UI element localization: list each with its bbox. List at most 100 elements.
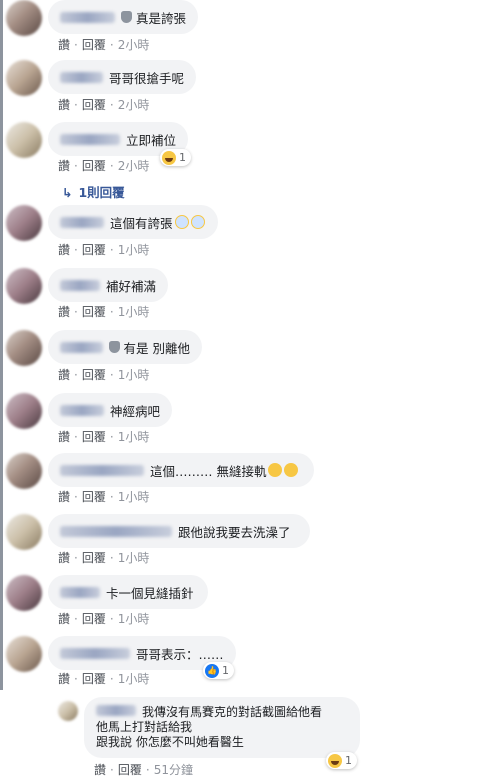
screaming-face-icon (190, 215, 205, 229)
comment-actions: 讚 · 回覆 · 2小時 (58, 38, 150, 52)
comment-bubble: 卡一個見縫插針 (48, 575, 208, 609)
haha-icon (328, 753, 342, 768)
comment-text: 有是 別離他 (123, 340, 190, 356)
timestamp[interactable]: 1小時 (118, 243, 150, 257)
like-button[interactable]: 讚 (58, 243, 70, 257)
reply-button[interactable]: 回覆 (82, 551, 106, 565)
comment-bubble: 這個……… 無縫接軌 (48, 453, 314, 487)
author-name[interactable] (60, 404, 104, 416)
avatar[interactable] (6, 514, 42, 550)
author-name[interactable] (60, 133, 120, 145)
timestamp[interactable]: 51分鐘 (154, 763, 193, 777)
avatar[interactable] (6, 453, 42, 489)
avatar[interactable] (6, 122, 42, 158)
thumbs-up-icon: 👍 (205, 663, 219, 678)
author-name[interactable] (60, 647, 130, 659)
like-button[interactable]: 讚 (58, 98, 70, 112)
comment-actions: 讚 · 回覆 · 1小時 (58, 612, 150, 626)
like-button[interactable]: 讚 (58, 430, 70, 444)
like-button[interactable]: 讚 (58, 612, 70, 626)
like-button[interactable]: 讚 (94, 763, 106, 777)
comment-bubble: 補好補滿 (48, 268, 168, 302)
reply-button[interactable]: 回覆 (82, 243, 106, 257)
reaction-count: 1 (222, 664, 229, 677)
screaming-face-icon (174, 215, 189, 229)
reply-button[interactable]: 回覆 (82, 98, 106, 112)
timestamp[interactable]: 2小時 (118, 38, 150, 52)
comment-bubble: 神經病吧 (48, 393, 172, 427)
reply-button[interactable]: 回覆 (82, 159, 106, 173)
avatar[interactable] (58, 701, 78, 721)
reaction-badge[interactable]: 👍 1 (203, 662, 234, 679)
like-button[interactable]: 讚 (58, 38, 70, 52)
comment-actions: 讚 · 回覆 · 2小時 (58, 98, 150, 112)
avatar[interactable] (6, 268, 42, 304)
reply-arrow-icon: ↳ (62, 185, 73, 200)
comment-text: 卡一個見縫插針 (106, 585, 194, 601)
reply-button[interactable]: 回覆 (82, 672, 106, 686)
author-name[interactable] (60, 216, 104, 228)
like-button[interactable]: 讚 (58, 305, 70, 319)
comment-text: 神經病吧 (109, 403, 160, 419)
comment-bubble: 真是誇張 (48, 0, 198, 34)
thread-line (0, 0, 3, 690)
reaction-badge[interactable]: 1 (160, 149, 191, 166)
timestamp[interactable]: 2小時 (118, 98, 150, 112)
timestamp[interactable]: 1小時 (118, 368, 150, 382)
author-name[interactable] (96, 705, 136, 716)
author-name[interactable] (60, 279, 100, 291)
like-button[interactable]: 讚 (58, 551, 70, 565)
haha-icon (162, 150, 176, 165)
reply-bubble: 我傳沒有馬賽克的對話截圖給他看 他馬上打對話給我 跟我說 你怎麼不叫她看醫生 (84, 697, 360, 758)
timestamp[interactable]: 1小時 (118, 612, 150, 626)
timestamp[interactable]: 1小時 (118, 430, 150, 444)
author-name[interactable] (60, 341, 103, 353)
avatar[interactable] (6, 636, 42, 672)
reply-button[interactable]: 回覆 (82, 305, 106, 319)
reply-button[interactable]: 回覆 (118, 763, 142, 777)
timestamp[interactable]: 1小時 (118, 490, 150, 504)
reply-button[interactable]: 回覆 (82, 38, 106, 52)
reaction-count: 1 (179, 151, 186, 164)
comment-text: 跟他說我要去洗澡了 (178, 524, 291, 540)
author-name[interactable] (60, 525, 172, 537)
timestamp[interactable]: 1小時 (118, 551, 150, 565)
reply-button[interactable]: 回覆 (82, 490, 106, 504)
timestamp[interactable]: 2小時 (118, 159, 150, 173)
avatar[interactable] (6, 330, 42, 366)
comment-bubble: 這個有誇張 (48, 205, 218, 239)
like-button[interactable]: 讚 (58, 368, 70, 382)
like-button[interactable]: 讚 (58, 672, 70, 686)
avatar[interactable] (6, 0, 42, 36)
author-name[interactable] (60, 464, 144, 476)
reply-text-line: 跟我說 你怎麼不叫她看醫生 (96, 735, 244, 749)
comment-bubble: 有是 別離他 (48, 330, 202, 364)
avatar[interactable] (6, 60, 42, 96)
like-button[interactable]: 讚 (58, 490, 70, 504)
author-name[interactable] (60, 11, 115, 23)
avatar[interactable] (6, 205, 42, 241)
reply-text-line: 他馬上打對話給我 (96, 720, 193, 734)
view-replies-link[interactable]: ↳ 1則回覆 (62, 182, 125, 201)
reaction-count: 1 (345, 754, 352, 767)
reaction-badge[interactable]: 1 (326, 752, 357, 769)
avatar[interactable] (6, 393, 42, 429)
reply-button[interactable]: 回覆 (82, 430, 106, 444)
reply-button[interactable]: 回覆 (82, 368, 106, 382)
comment-actions: 讚 · 回覆 · 1小時 (58, 305, 150, 319)
comment-actions: 讚 · 回覆 · 1小時 (58, 490, 150, 504)
author-name[interactable] (60, 71, 103, 83)
comment-actions: 讚 · 回覆 · 1小時 (58, 551, 150, 565)
timestamp[interactable]: 1小時 (118, 672, 150, 686)
author-name[interactable] (60, 586, 100, 598)
timestamp[interactable]: 1小時 (118, 305, 150, 319)
comment-actions: 讚 · 回覆 · 2小時 (58, 159, 150, 173)
avatar[interactable] (6, 575, 42, 611)
comment-text: 補好補滿 (105, 278, 156, 294)
like-button[interactable]: 讚 (58, 159, 70, 173)
replies-count: 1則回覆 (78, 185, 125, 200)
comment-actions: 讚 · 回覆 · 51分鐘 (94, 763, 193, 777)
comment-bubble: 跟他說我要去洗澡了 (48, 514, 310, 548)
reply-text-line: 我傳沒有馬賽克的對話截圖給他看 (142, 705, 323, 719)
reply-button[interactable]: 回覆 (82, 612, 106, 626)
